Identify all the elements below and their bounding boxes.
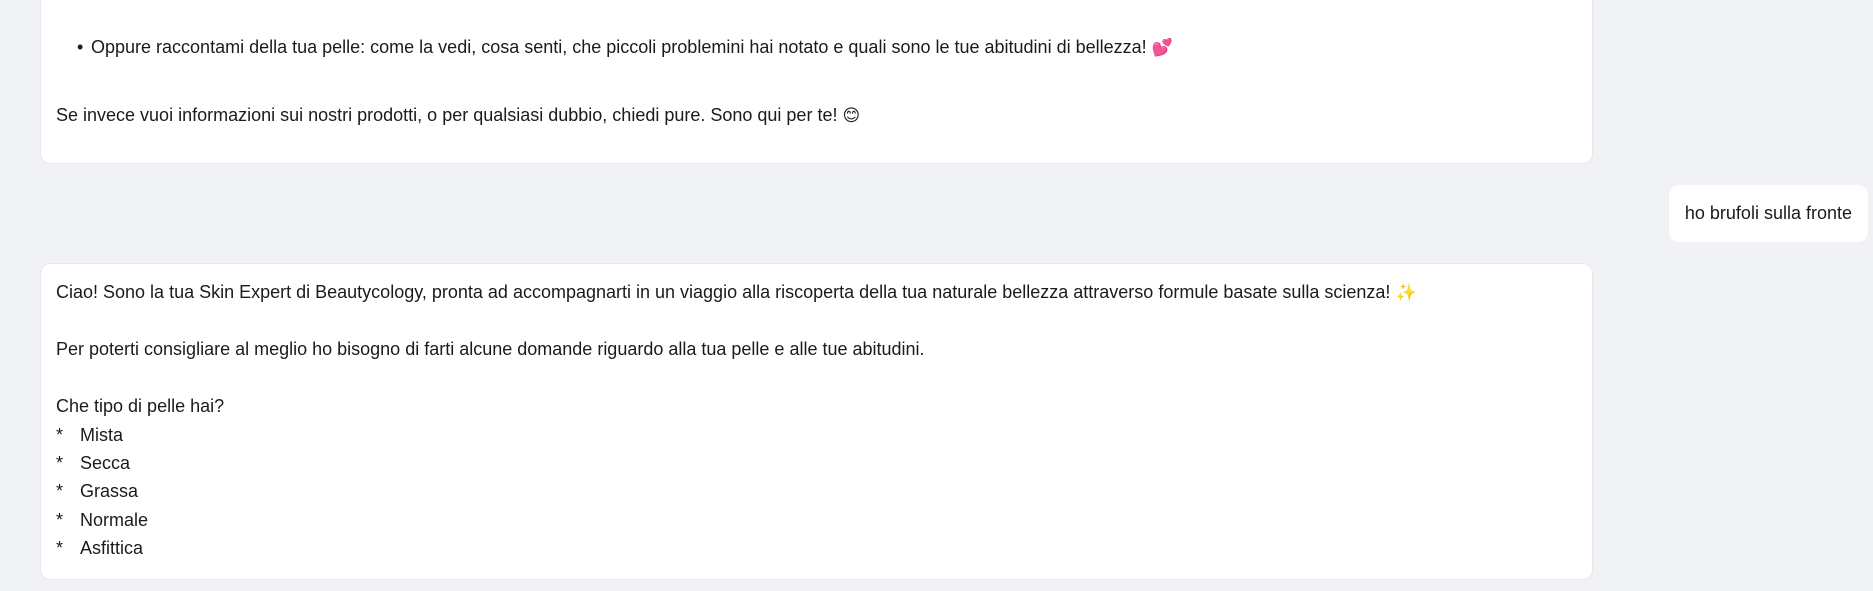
bullet-dot: • [77,37,84,57]
bullet-text: Oppure raccontami della tua pelle: come … [91,37,1147,57]
intro-line: Ciao! Sono la tua Skin Expert di Beautyc… [56,278,1417,307]
option-label: Asfittica [80,538,144,558]
smiling-face-emoji-icon: 😊 [842,106,861,126]
user-message-text: ho brufoli sulla fronte [1684,203,1852,223]
bullet-item: • Oppure raccontami della tua pelle: come… [77,33,1173,62]
option-item: * Secca [56,449,130,477]
ask-line: Per poterti consigliare al meglio ho bis… [56,339,925,359]
option-item: * Asfittica [56,534,143,562]
sparkles-emoji-icon: ✨ [1395,283,1417,303]
option-label: Mista [80,425,124,445]
closing-line: Se invece vuoi informazioni sui nostri p… [56,101,860,130]
assistant-message: Ciao! Sono la tua Skin Expert di Beautyc… [40,263,1593,580]
chat-thread: • Oppure raccontami della tua pelle: come… [0,0,1873,591]
list-marker: * [56,481,64,501]
option-item: * Grassa [56,477,138,505]
option-label: Secca [80,453,131,473]
option-item: * Mista [56,421,123,449]
list-marker: * [56,510,64,530]
list-marker: * [56,425,64,445]
closing-text: Se invece vuoi informazioni sui nostri p… [56,105,838,125]
option-item: * Normale [56,506,148,534]
option-label: Normale [80,510,149,530]
user-message: ho brufoli sulla fronte [1668,185,1868,242]
option-label: Grassa [80,481,139,501]
assistant-message: • Oppure raccontami della tua pelle: come… [40,0,1593,164]
list-marker: * [56,538,64,558]
question-line: Che tipo di pelle hai? [56,396,225,416]
two-hearts-emoji-icon: 💕 [1151,38,1173,58]
list-marker: * [56,453,64,473]
intro-text: Ciao! Sono la tua Skin Expert di Beautyc… [56,282,1391,302]
